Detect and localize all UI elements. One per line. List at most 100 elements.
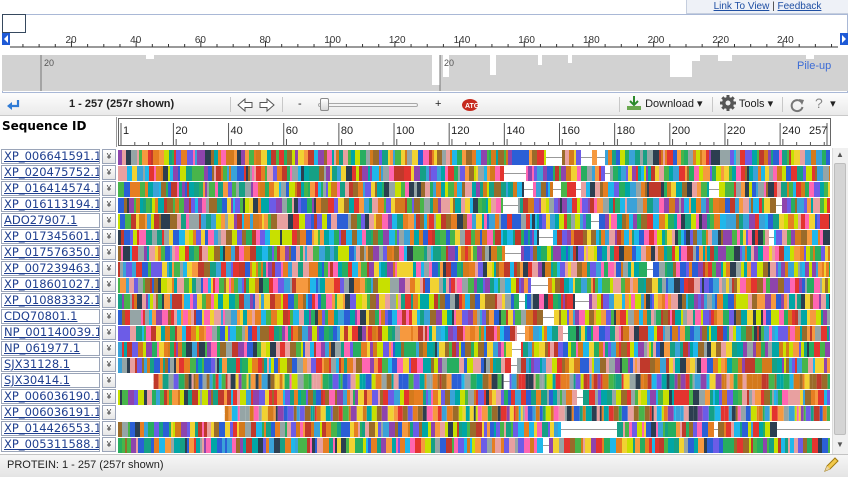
msa-viewer: Link To View | Feedback 20 40 60 80 100 120 14… [0,0,848,477]
sequence-id-link[interactable]: XP_005311588.1 [1,437,100,452]
sequence-track[interactable] [118,246,830,261]
sequence-id-link[interactable]: SJX31128.1 [1,357,100,372]
row-menu-button[interactable]: ¥ [102,165,116,180]
row-menu-button[interactable]: ¥ [102,405,116,420]
sequence-id-link[interactable]: XP_006641591.1 [1,149,100,164]
sequence-id-link[interactable]: XP_006036190.1 [1,389,100,404]
sequence-track[interactable] [118,422,830,437]
sequence-track[interactable] [118,406,830,421]
row-menu-button[interactable]: ¥ [102,181,116,196]
color-scheme-icon[interactable]: ATG [461,93,480,116]
sequence-id-link[interactable]: XP_007239463.1 [1,261,100,276]
scroll-up-icon[interactable]: ▲ [836,150,844,159]
position-tick-label: 60 [286,125,298,137]
link-to-view-link[interactable]: Link To View [714,1,770,12]
position-tick-label: 200 [672,125,690,137]
sequence-track[interactable] [118,278,830,293]
zoom-out-button[interactable]: - [298,93,302,116]
gear-icon [720,95,736,111]
back-icon[interactable] [6,93,22,116]
sequence-id-link[interactable]: CDQ70801.1 [1,309,100,324]
sequence-track[interactable] [118,294,830,309]
sequence-id-link[interactable]: XP_006036191.1 [1,405,100,420]
row-menu-button[interactable]: ¥ [102,245,116,260]
sequence-track[interactable] [118,166,830,181]
sequence-track[interactable] [118,358,830,373]
sequence-track[interactable] [118,374,830,389]
overview-tick-label: 100 [324,35,341,46]
overview-tick-label: 180 [583,35,600,46]
sequence-id-link[interactable]: NP_001140039.1 [1,325,100,340]
row-menu-button[interactable]: ¥ [102,213,116,228]
feedback-link[interactable]: Feedback [778,1,822,12]
overview-tick-label: 140 [454,35,471,46]
overview-tick-label: 20 [65,35,77,46]
coverage-label-right: 20 [444,58,454,68]
top-links: Link To View | Feedback [686,0,848,14]
sequence-id-link[interactable]: XP_017345601.1 [1,229,100,244]
sequence-track[interactable] [118,310,830,325]
refresh-icon[interactable] [789,93,805,116]
tools-menu[interactable]: Tools ▾ [720,93,773,116]
sequence-track[interactable] [118,438,830,453]
overview-ruler: 2040608010012014016018020022024025 [2,33,848,55]
pencil-icon[interactable] [822,456,840,477]
sequence-track[interactable] [118,198,830,213]
overview-tick-label: 40 [130,35,142,46]
row-menu-button[interactable]: ¥ [102,421,116,436]
sequence-track[interactable] [118,230,830,245]
sequence-track[interactable] [118,262,830,277]
sequence-id-header: Sequence ID [2,119,87,133]
overview-viewport-handle[interactable] [2,14,26,33]
sequence-id-link[interactable]: XP_016113194.1 [1,197,100,212]
help-menu[interactable]: ? ▾ [813,93,836,116]
sequence-track[interactable] [118,150,830,165]
position-tick-label: 180 [617,125,635,137]
svg-text:ATG: ATG [465,103,479,110]
zoom-in-button[interactable]: + [435,93,441,116]
pileup-label[interactable]: Pile-up [797,60,831,72]
sequence-track[interactable] [118,342,830,357]
row-menu-button[interactable]: ¥ [102,437,116,452]
sequence-track[interactable] [118,326,830,341]
position-tick-label: 240 [782,125,800,137]
row-menu-button[interactable]: ¥ [102,293,116,308]
sequence-track[interactable] [118,214,830,229]
scroll-right-icon[interactable] [258,93,276,116]
row-menu-button[interactable]: ¥ [102,389,116,404]
row-menu-button[interactable]: ¥ [102,229,116,244]
sequence-id-link[interactable]: NP_061977.1 [1,341,100,356]
row-menu-button[interactable]: ¥ [102,341,116,356]
scroll-down-icon[interactable]: ▼ [836,440,844,449]
row-menu-button[interactable]: ¥ [102,197,116,212]
tools-dropdown-icon: ▾ [767,98,774,110]
sequence-id-link[interactable]: XP_010883332.1 [1,293,100,308]
sequence-id-link[interactable]: XP_016414574.1 [1,181,100,196]
sequence-id-link[interactable]: XP_014426553.1 [1,421,100,436]
sequence-id-link[interactable]: XP_020475752.1 [1,165,100,180]
row-menu-button[interactable]: ¥ [102,261,116,276]
row-menu-button[interactable]: ¥ [102,373,116,388]
svg-text:?: ? [815,95,823,111]
row-menu-button[interactable]: ¥ [102,277,116,292]
zoom-slider-thumb[interactable] [320,98,329,111]
download-menu[interactable]: Download ▾ [626,93,703,116]
position-tick-label: 120 [451,125,469,137]
vertical-scrollbar-thumb[interactable] [834,163,846,435]
row-menu-button[interactable]: ¥ [102,357,116,372]
row-menu-button[interactable]: ¥ [102,149,116,164]
position-tick-label: 160 [561,125,579,137]
sequence-id-link[interactable]: ADO27907.1 [1,213,100,228]
row-menu-button[interactable]: ¥ [102,325,116,340]
scroll-left-icon[interactable] [236,93,254,116]
row-menu-button[interactable]: ¥ [102,309,116,324]
sequence-id-link[interactable]: XP_017576350.1 [1,245,100,260]
coverage-plot: 20 20 [2,55,848,91]
position-tick-label: 1 [123,125,129,137]
sequence-track[interactable] [118,182,830,197]
sequence-track[interactable] [118,390,830,405]
zoom-slider[interactable] [318,103,418,107]
sequence-id-link[interactable]: XP_018601027.1 [1,277,100,292]
sequence-id-link[interactable]: SJX30414.1 [1,373,100,388]
overview-tick-label: 220 [712,35,729,46]
